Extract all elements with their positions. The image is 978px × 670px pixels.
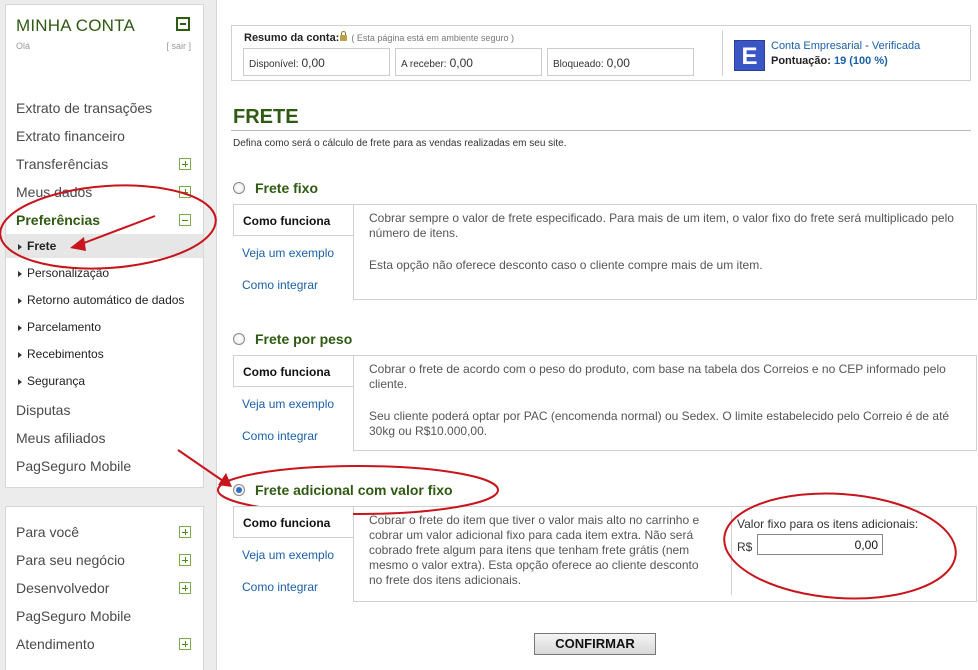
receivable-balance: A receber: 0,00 xyxy=(395,48,542,76)
sidebar-subitem-personalizacao[interactable]: Personalização xyxy=(6,261,203,285)
tab-veja-exemplo[interactable]: Veja um exemplo xyxy=(233,388,353,420)
sidebar-item-meus-dados[interactable]: Meus dados xyxy=(16,184,92,200)
radio-frete-peso[interactable] xyxy=(233,333,245,345)
secure-notice: ( Esta página está em ambiente seguro ) xyxy=(351,33,514,43)
account-title: MINHA CONTA xyxy=(16,16,136,35)
tab-como-integrar[interactable]: Como integrar xyxy=(233,269,353,301)
expand-plus-icon[interactable] xyxy=(179,526,191,538)
account-type-link[interactable]: Conta Empresarial xyxy=(771,40,862,52)
verified-link[interactable]: Verificada xyxy=(872,40,920,52)
triangle-bullet-icon xyxy=(18,297,22,304)
blocked-balance: Bloqueado: 0,00 xyxy=(547,48,694,76)
sidebar-item-para-negocio[interactable]: Para seu negócio xyxy=(16,552,125,568)
triangle-bullet-icon xyxy=(18,243,22,250)
score-link[interactable]: 19 (100 %) xyxy=(834,55,888,67)
expand-plus-icon[interactable] xyxy=(179,582,191,594)
option-text: Seu cliente poderá optar por PAC (encome… xyxy=(369,409,950,438)
option-text: Cobrar sempre o valor de frete especific… xyxy=(369,211,954,240)
tab-como-funciona[interactable]: Como funciona xyxy=(233,506,353,538)
account-type: Conta Empresarial - Verificada xyxy=(771,40,921,52)
option-text: Cobrar o frete de acordo com o peso do p… xyxy=(369,362,946,391)
account-level-badge: E xyxy=(734,40,765,71)
sidebar-secondary-menu: Para você Para seu negócio Desenvolvedor… xyxy=(5,506,204,670)
sidebar-item-transferencias[interactable]: Transferências xyxy=(16,156,108,172)
account-score: Pontuação: 19 (100 %) xyxy=(771,55,888,67)
sidebar-account-menu: MINHA CONTA Olá [ sair ] Extrato de tran… xyxy=(5,4,204,488)
option-frete-fixo-box: Como funciona Veja um exemplo Como integ… xyxy=(233,204,977,300)
sidebar-item-preferencias[interactable]: Preferências xyxy=(16,212,100,228)
panel-divider xyxy=(731,511,732,595)
sidebar-item-disputas[interactable]: Disputas xyxy=(16,402,70,418)
tab-veja-exemplo[interactable]: Veja um exemplo xyxy=(233,539,353,571)
option-frete-adicional-box: Como funciona Veja um exemplo Como integ… xyxy=(233,506,977,602)
title-divider xyxy=(231,130,971,131)
tab-como-funciona[interactable]: Como funciona xyxy=(233,355,353,387)
tab-como-funciona[interactable]: Como funciona xyxy=(233,204,353,236)
option-panel: Cobrar o frete do item que tiver o valor… xyxy=(353,506,977,602)
sidebar-subitem-frete[interactable]: Frete xyxy=(6,234,203,258)
tab-como-integrar[interactable]: Como integrar xyxy=(233,420,353,452)
option-text: Cobrar o frete do item que tiver o valor… xyxy=(369,513,700,587)
tab-veja-exemplo[interactable]: Veja um exemplo xyxy=(233,237,353,269)
option-text: Esta opção não oferece desconto caso o c… xyxy=(369,258,763,272)
radio-frete-fixo[interactable] xyxy=(233,182,245,194)
radio-frete-adicional[interactable] xyxy=(233,484,245,496)
main-content: Resumo da conta:( Esta página está em am… xyxy=(216,0,978,670)
summary-title: Resumo da conta:( Esta página está em am… xyxy=(244,31,514,44)
page-description: Defina como será o cálculo de frete para… xyxy=(233,138,567,149)
collapse-icon[interactable] xyxy=(176,17,190,31)
available-balance: Disponível: 0,00 xyxy=(243,48,390,76)
sidebar-item-extrato-transacoes[interactable]: Extrato de transações xyxy=(16,100,152,116)
option-frete-fixo[interactable]: Frete fixo xyxy=(233,180,318,196)
expand-plus-icon[interactable] xyxy=(179,554,191,566)
option-frete-peso[interactable]: Frete por peso xyxy=(233,331,352,347)
collapse-minus-icon[interactable] xyxy=(179,214,191,226)
lock-icon xyxy=(340,31,348,41)
logout-link[interactable]: [ sair ] xyxy=(166,41,191,51)
confirm-button[interactable]: CONFIRMAR xyxy=(534,633,656,655)
option-frete-adicional[interactable]: Frete adicional com valor fixo xyxy=(233,482,453,498)
triangle-bullet-icon xyxy=(18,351,22,358)
sidebar-item-desenvolvedor[interactable]: Desenvolvedor xyxy=(16,580,109,596)
tab-como-integrar[interactable]: Como integrar xyxy=(233,571,353,603)
triangle-bullet-icon xyxy=(18,270,22,277)
extra-fee-input[interactable] xyxy=(757,534,883,555)
greeting: Olá xyxy=(16,41,31,51)
summary-divider xyxy=(722,30,723,76)
expand-plus-icon[interactable] xyxy=(179,638,191,650)
sidebar-item-para-voce[interactable]: Para você xyxy=(16,524,79,540)
account-summary: Resumo da conta:( Esta página está em am… xyxy=(231,25,971,81)
option-panel: Cobrar sempre o valor de frete especific… xyxy=(353,204,977,300)
sidebar-item-atendimento[interactable]: Atendimento xyxy=(16,636,95,652)
page-title: FRETE xyxy=(233,106,299,128)
expand-plus-icon[interactable] xyxy=(179,158,191,170)
option-panel: Cobrar o frete de acordo com o peso do p… xyxy=(353,355,977,451)
triangle-bullet-icon xyxy=(18,378,22,385)
extra-fee-label: Valor fixo para os itens adicionais: xyxy=(737,517,919,531)
sidebar-subitem-seguranca[interactable]: Segurança xyxy=(6,369,203,393)
sidebar-item-afiliados[interactable]: Meus afiliados xyxy=(16,430,106,446)
sidebar-item-mobile[interactable]: PagSeguro Mobile xyxy=(16,458,131,474)
currency-label: R$ xyxy=(737,540,753,554)
expand-plus-icon[interactable] xyxy=(179,186,191,198)
option-frete-peso-box: Como funciona Veja um exemplo Como integ… xyxy=(233,355,977,451)
triangle-bullet-icon xyxy=(18,324,22,331)
sidebar-item-extrato-financeiro[interactable]: Extrato financeiro xyxy=(16,128,125,144)
sidebar-subitem-retorno[interactable]: Retorno automático de dados xyxy=(6,288,203,312)
sidebar-subitem-parcelamento[interactable]: Parcelamento xyxy=(6,315,203,339)
sidebar-item-mobile-2[interactable]: PagSeguro Mobile xyxy=(16,608,131,624)
sidebar-subitem-recebimentos[interactable]: Recebimentos xyxy=(6,342,203,366)
